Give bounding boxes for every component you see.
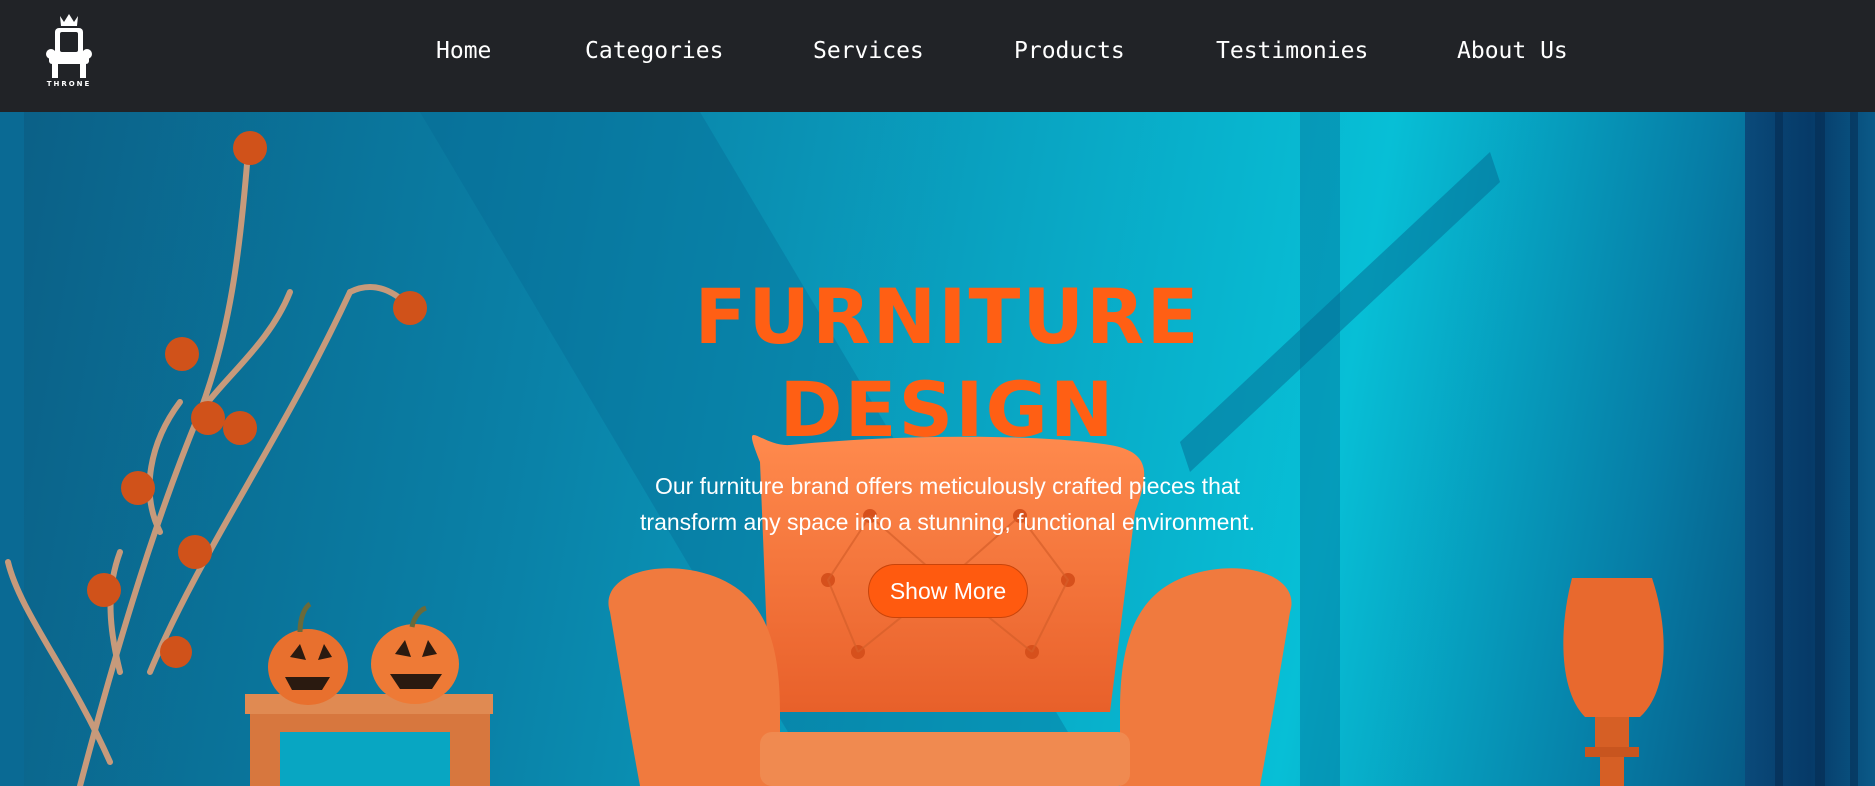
hero-title-line-2: DESIGN xyxy=(779,365,1116,454)
hero-description-line-2: transform any space into a stunning, fun… xyxy=(640,509,1255,535)
nav-categories[interactable]: Categories xyxy=(585,36,723,66)
brand-name: THRONE xyxy=(46,80,92,88)
hero-description: Our furniture brand offers meticulously … xyxy=(0,468,1875,540)
show-more-button[interactable]: Show More xyxy=(868,564,1028,618)
nav-home[interactable]: Home xyxy=(436,36,491,66)
nav-testimonies[interactable]: Testimonies xyxy=(1216,36,1368,66)
hero-section: FURNITURE DESIGN Our furniture brand off… xyxy=(0,112,1875,786)
hero-title: FURNITURE DESIGN xyxy=(0,270,1875,456)
nav-services[interactable]: Services xyxy=(813,36,924,66)
brand-logo[interactable]: THRONE xyxy=(40,10,98,92)
navbar: THRONE Home Categories Services Products… xyxy=(0,0,1875,112)
throne-chair-icon xyxy=(46,14,92,78)
hero-description-line-1: Our furniture brand offers meticulously … xyxy=(654,473,1241,499)
nav-products[interactable]: Products xyxy=(1014,36,1125,66)
nav-about-us[interactable]: About Us xyxy=(1457,36,1568,66)
hero-title-line-1: FURNITURE xyxy=(694,272,1201,361)
